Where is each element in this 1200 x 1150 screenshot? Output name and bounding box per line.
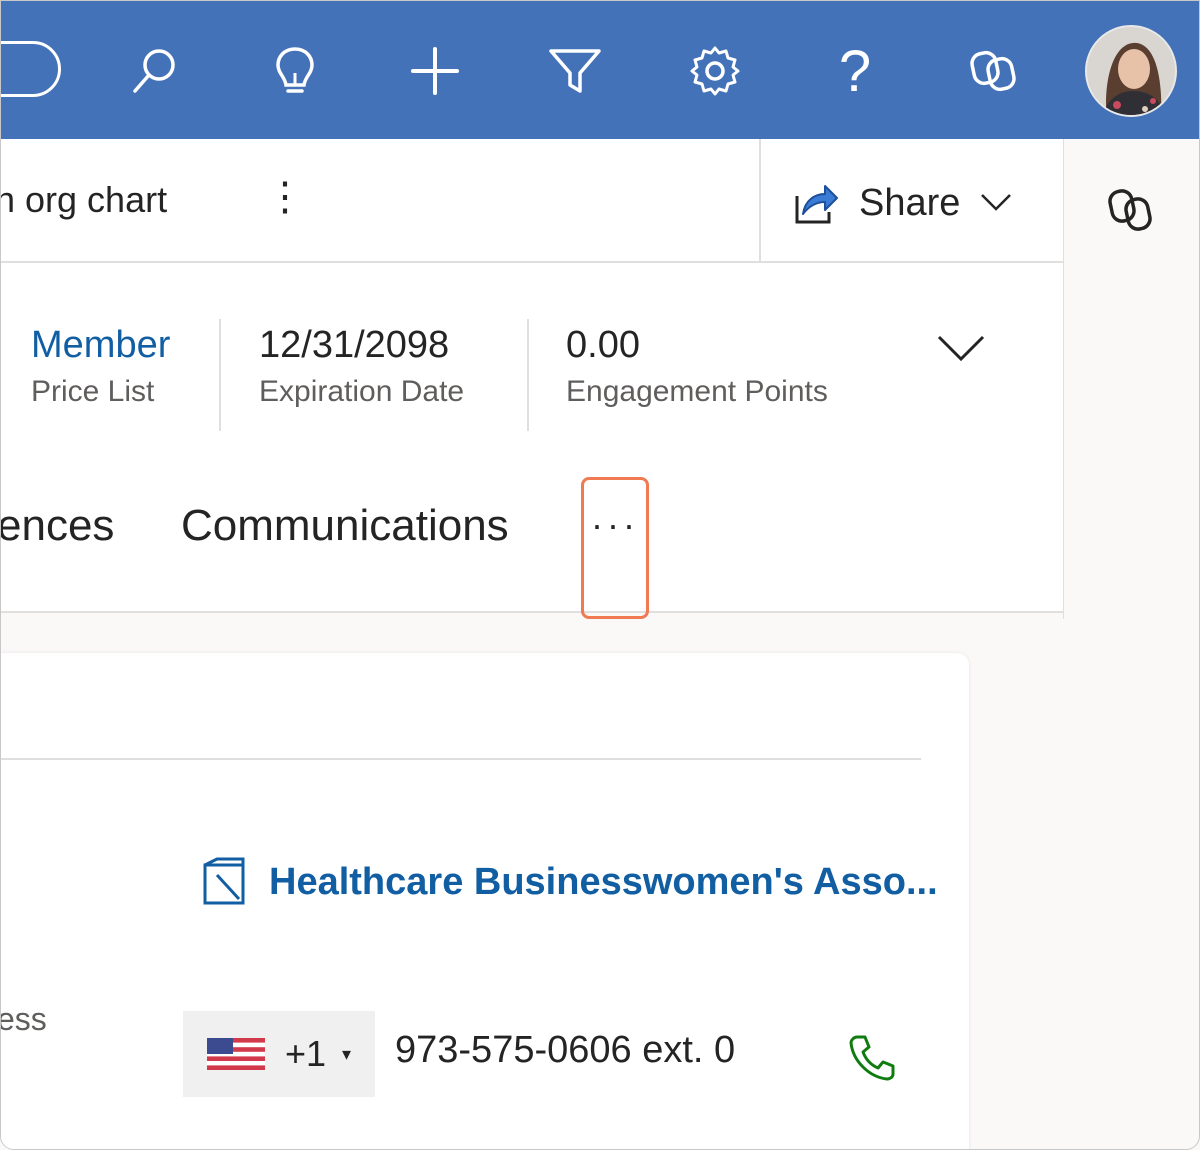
more-tabs-button[interactable]: ···	[581, 477, 649, 619]
us-flag-icon	[207, 1038, 265, 1070]
header-field-engagement-points: 0.00 Engagement Points	[566, 321, 828, 409]
header-divider	[219, 319, 221, 431]
phone-call-icon[interactable]	[847, 1031, 899, 1083]
search-box-edge[interactable]	[1, 41, 61, 97]
plus-icon[interactable]	[407, 43, 463, 99]
tab-preferences[interactable]: ences	[1, 501, 114, 551]
price-list-value[interactable]: Member	[31, 321, 170, 369]
account-icon	[203, 857, 245, 905]
org-chart-button[interactable]: n org chart	[1, 179, 167, 221]
phone-number-field[interactable]: 973-575-0606 ext. 0	[395, 1029, 735, 1072]
side-pane-divider	[1063, 139, 1064, 619]
engagement-points-label: Engagement Points	[566, 375, 828, 408]
copilot-pane-icon[interactable]	[1105, 183, 1161, 239]
chevron-down-icon[interactable]	[978, 185, 1014, 221]
share-icon	[795, 185, 838, 224]
share-button[interactable]: Share	[791, 173, 1014, 233]
address-label: ess	[0, 1001, 47, 1037]
tab-communications[interactable]: Communications	[181, 501, 509, 551]
price-list-label: Price List	[31, 375, 155, 408]
header-field-expiration-date: 12/31/2098 Expiration Date	[259, 321, 464, 409]
command-bar-divider	[759, 139, 761, 261]
expiration-date-label: Expiration Date	[259, 375, 465, 408]
country-code: +1	[285, 1033, 327, 1074]
expiration-date-value: 12/31/2098	[259, 324, 450, 366]
lightbulb-icon[interactable]	[267, 43, 323, 99]
gear-icon[interactable]	[687, 43, 743, 99]
expand-header-chevron-icon[interactable]	[931, 319, 991, 379]
top-navigation-bar: ?	[1, 1, 1199, 139]
app-window: ? n org chart ⋮ Share Member Price List …	[0, 0, 1200, 1150]
search-icon[interactable]	[127, 43, 183, 99]
help-icon[interactable]: ?	[827, 39, 883, 104]
card-divider	[1, 758, 921, 760]
account-name[interactable]: Healthcare Businesswomen's Asso...	[269, 861, 938, 904]
user-avatar[interactable]	[1085, 25, 1177, 117]
header-field-price-list: Member Price List	[31, 321, 170, 409]
country-code-selector[interactable]: +1 ▾	[183, 1011, 375, 1097]
account-lookup-link[interactable]: Healthcare Businesswomen's Asso...	[201, 857, 938, 907]
filter-icon[interactable]	[547, 43, 603, 99]
caret-down-icon: ▾	[342, 1043, 352, 1064]
more-commands-button[interactable]: ⋮	[265, 169, 305, 225]
share-label: Share	[859, 181, 961, 224]
record-header	[1, 263, 1063, 613]
header-divider	[527, 319, 529, 431]
engagement-points-value: 0.00	[566, 324, 640, 366]
copilot-icon[interactable]	[965, 43, 1021, 99]
